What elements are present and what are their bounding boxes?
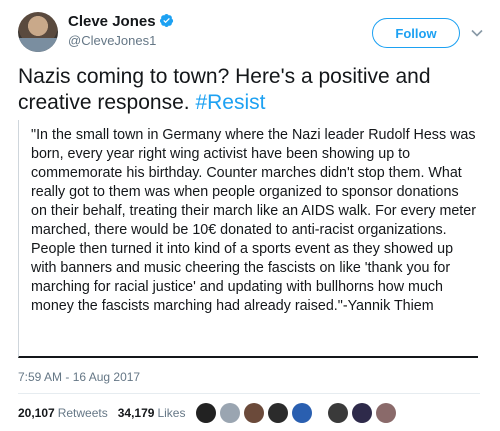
liker-avatar[interactable] [352,403,372,423]
author-display-name[interactable]: Cleve Jones [68,13,156,30]
liker-avatar[interactable] [328,403,348,423]
author-handle[interactable]: @CleveJones1 [68,32,174,50]
avatar[interactable] [18,12,58,52]
chevron-down-icon[interactable] [470,26,484,40]
quote-text-block: "In the small town in Germany where the … [18,120,478,358]
tweet-timestamp[interactable]: 7:59 AM - 16 Aug 2017 [18,370,140,384]
liker-avatar[interactable] [196,403,216,423]
liker-avatar[interactable] [268,403,288,423]
author-names: Cleve Jones @CleveJones1 [68,13,174,50]
retweets-count[interactable]: 20,107 [18,406,55,420]
liker-avatar[interactable] [292,403,312,423]
liker-avatar[interactable] [376,403,396,423]
quote-text: "In the small town in Germany where the … [31,127,476,314]
tweet-stats: 20,107 Retweets 34,179 Likes [18,402,195,424]
liker-avatar[interactable] [244,403,264,423]
author-name-row[interactable]: Cleve Jones [68,13,174,31]
hashtag-link[interactable]: #Resist [195,91,265,114]
verified-badge-icon [159,14,173,27]
tweet-header: Cleve Jones @CleveJones1 Follow [18,10,488,56]
follow-button[interactable]: Follow [372,18,460,48]
liker-avatar[interactable] [220,403,240,423]
likes-label[interactable]: Likes [157,406,185,420]
likes-count[interactable]: 34,179 [118,406,155,420]
tweet-text: Nazis coming to town? Here's a positive … [18,64,478,116]
divider [18,393,480,394]
liker-avatars [196,403,400,423]
retweets-label[interactable]: Retweets [58,406,108,420]
